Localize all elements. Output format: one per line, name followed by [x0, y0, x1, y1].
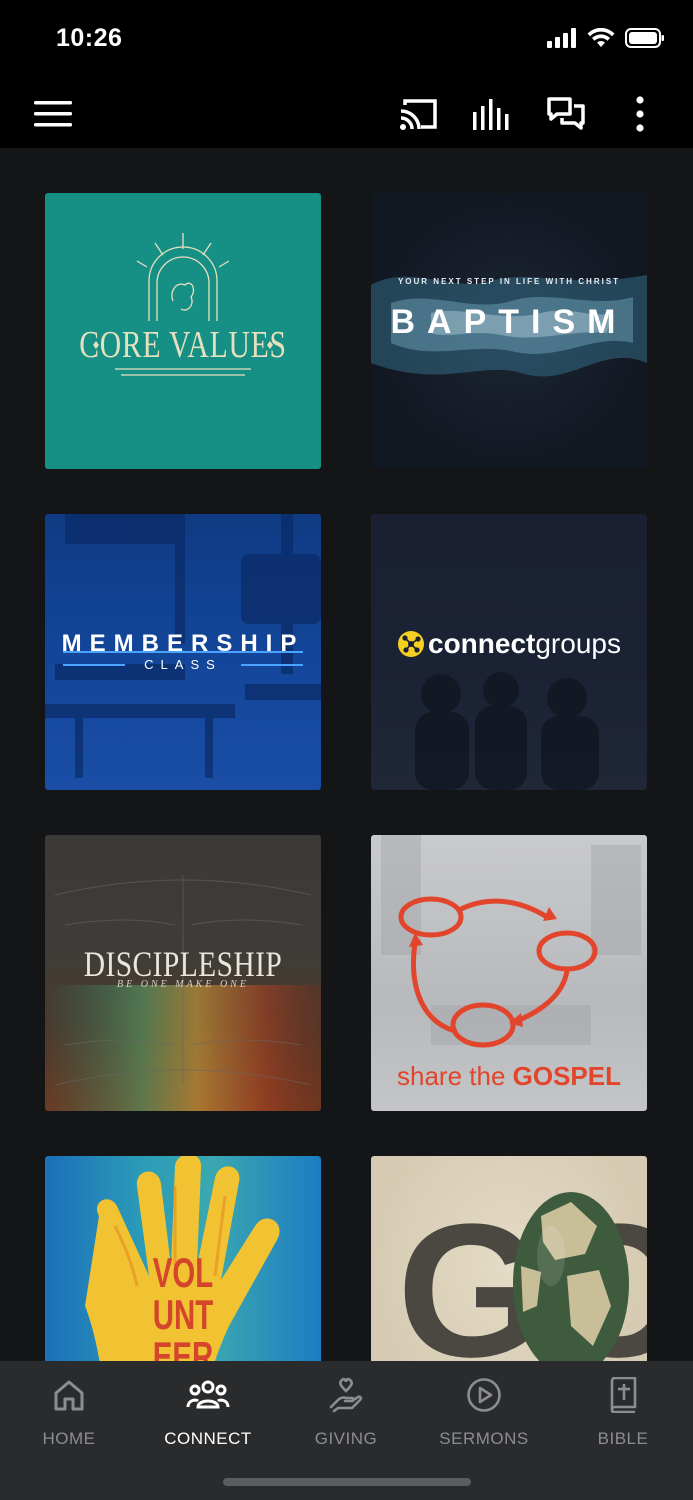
tile-discipleship[interactable]: DISCIPLESHIP BE ONE MAKE ONE: [45, 835, 321, 1111]
bible-icon: [610, 1377, 637, 1413]
nav-label-home: HOME: [42, 1429, 96, 1448]
nav-label-bible: BIBLE: [597, 1429, 649, 1448]
nav-connect[interactable]: CONNECT: [148, 1375, 268, 1449]
core-values-title: CORE VALUES: [79, 324, 287, 366]
baptism-title: BAPTISM: [390, 303, 628, 341]
share-the-gospel-title-light: share the: [397, 1061, 513, 1091]
tile-membership-class[interactable]: MEMBERSHIP CLASS: [45, 514, 321, 790]
nav-bible[interactable]: BIBLE: [563, 1375, 683, 1449]
tile-connect-groups[interactable]: connectgroups: [371, 514, 647, 790]
tile-baptism[interactable]: YOUR NEXT STEP IN LIFE WITH CHRIST BAPTI…: [371, 193, 647, 469]
share-the-gospel-title: share the GOSPEL: [371, 1061, 647, 1092]
cast-icon: [400, 99, 437, 130]
nav-label-connect: CONNECT: [164, 1429, 252, 1448]
share-the-gospel-title-bold: GOSPEL: [512, 1061, 621, 1091]
home-icon: [54, 1380, 84, 1411]
play-circle-icon: [467, 1378, 501, 1412]
cellular-signal-icon: [547, 28, 576, 48]
globe-graphic: [513, 1192, 629, 1361]
nav-icon-wrap: [148, 1375, 268, 1415]
status-time: 10:26: [56, 24, 123, 52]
volunteer-title-line: VOL: [152, 1249, 214, 1296]
connect-groups-title-bold: connect: [428, 628, 536, 659]
battery-icon: [625, 28, 664, 48]
more-options-button[interactable]: [618, 92, 662, 136]
more-vertical-icon: [636, 96, 644, 132]
nav-icon-wrap: [424, 1375, 544, 1415]
tile-volunteer[interactable]: VOL UNT EER: [45, 1156, 321, 1361]
nav-icon-wrap: [286, 1375, 406, 1415]
tile-share-the-gospel[interactable]: share the GOSPEL: [371, 835, 647, 1111]
status-bar: 10:26: [0, 0, 693, 80]
membership-title: MEMBERSHIP: [61, 630, 305, 657]
tile-go[interactable]: GO: [371, 1156, 647, 1361]
connect-grid: CORE VALUES YOUR NEXT STEP IN LIFE WITH …: [0, 148, 693, 1361]
nav-label-giving: GIVING: [314, 1429, 378, 1448]
connect-groups-title: connectgroups: [371, 628, 647, 660]
membership-subtitle: CLASS: [144, 657, 222, 672]
app-bar: [0, 80, 693, 148]
nav-home[interactable]: HOME: [9, 1375, 129, 1449]
chat-icon: [547, 97, 585, 130]
connect-groups-logo-icon: [398, 631, 424, 657]
audio-bars-icon: [473, 99, 509, 130]
chat-button[interactable]: [544, 92, 588, 136]
audio-button[interactable]: [470, 92, 514, 136]
volunteer-title-line: UNT: [152, 1291, 214, 1338]
menu-icon: [34, 101, 72, 127]
nav-label-sermons: SERMONS: [439, 1429, 529, 1448]
wifi-icon: [587, 28, 615, 47]
giving-hand-icon: [329, 1377, 363, 1413]
connect-groups-title-light: groups: [535, 628, 621, 659]
nav-icon-wrap: [563, 1375, 683, 1415]
cast-button[interactable]: [397, 92, 441, 136]
people-group-icon: [186, 1380, 230, 1409]
volunteer-title-line: EER: [152, 1333, 214, 1362]
nav-giving[interactable]: GIVING: [286, 1375, 406, 1449]
nav-sermons[interactable]: SERMONS: [424, 1375, 544, 1449]
discipleship-subtitle: BE ONE MAKE ONE: [117, 979, 249, 990]
nav-icon-wrap: [9, 1375, 129, 1415]
tile-core-values[interactable]: CORE VALUES: [45, 193, 321, 469]
volunteer-title: VOL UNT EER: [86, 1249, 279, 1362]
home-indicator[interactable]: [223, 1478, 471, 1486]
menu-button[interactable]: [31, 92, 75, 136]
baptism-subtitle: YOUR NEXT STEP IN LIFE WITH CHRIST: [397, 277, 621, 286]
status-icons: [547, 28, 665, 48]
